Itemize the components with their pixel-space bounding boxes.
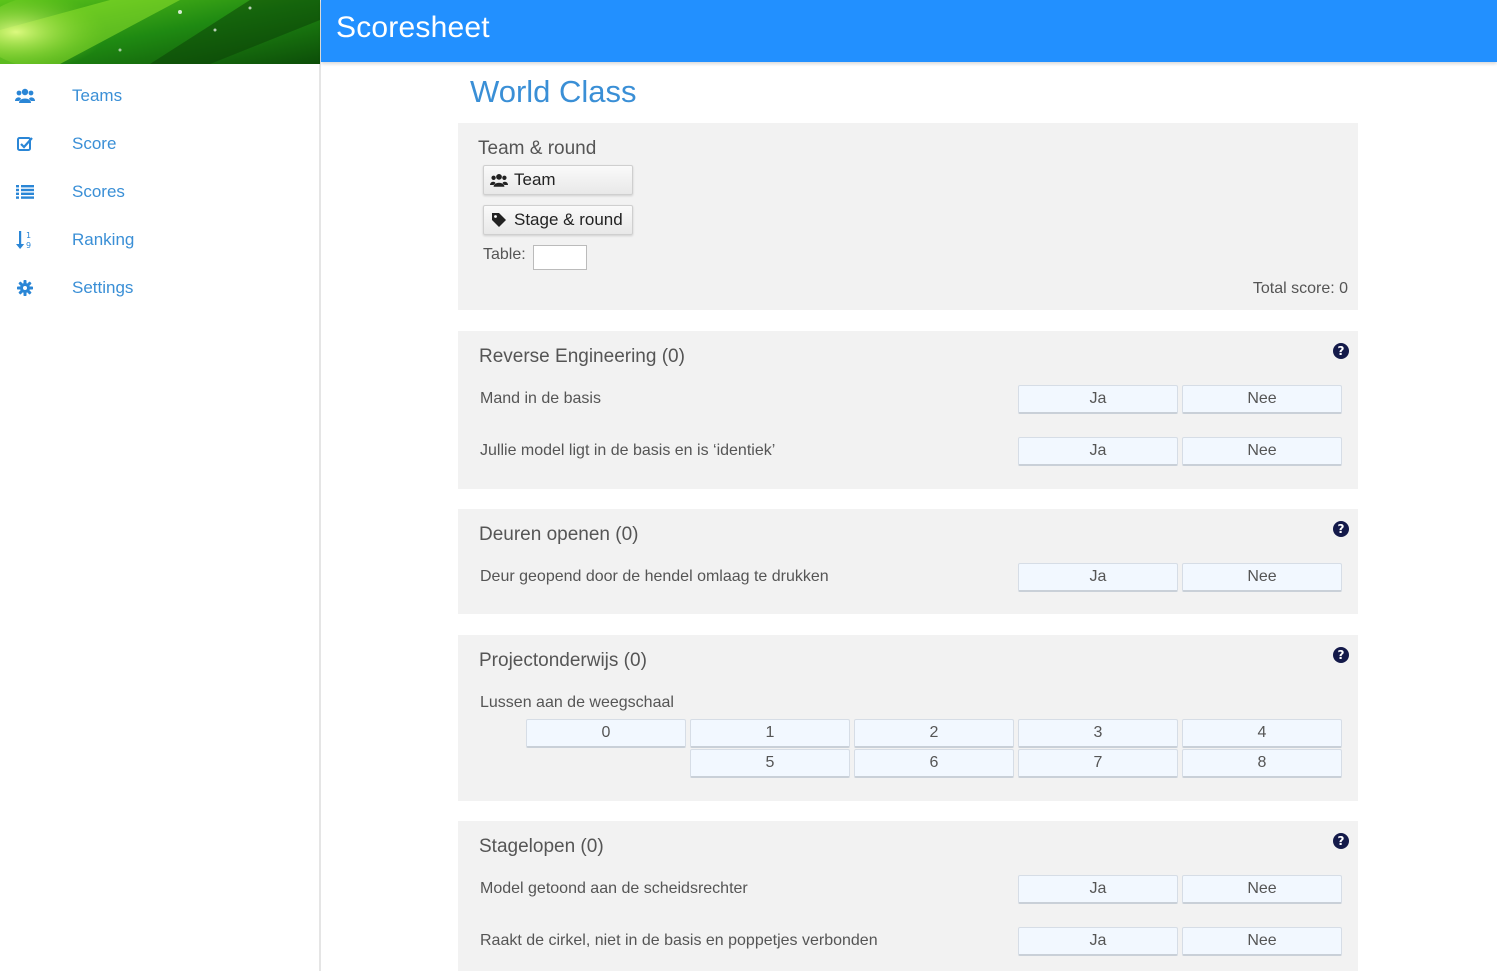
mission-title: Stagelopen (0) <box>479 836 604 857</box>
banner-image <box>0 0 320 64</box>
help-icon[interactable]: ? <box>1333 833 1349 849</box>
question-label: Raakt de cirkel, niet in de basis en pop… <box>480 932 878 949</box>
mission-title: Projectonderwijs (0) <box>479 650 647 671</box>
option-nee-button[interactable]: Nee <box>1182 437 1342 466</box>
sidebar-item-label: Scores <box>72 182 125 201</box>
option-ja-button[interactable]: Ja <box>1018 385 1178 414</box>
sidebar-item-label: Teams <box>72 86 123 105</box>
mission-title: Reverse Engineering (0) <box>479 346 685 367</box>
option-ja-button[interactable]: Ja <box>1018 437 1178 466</box>
option-nee-button[interactable]: Nee <box>1182 927 1342 956</box>
help-icon[interactable]: ? <box>1333 521 1349 537</box>
option-3-button[interactable]: 3 <box>1018 719 1178 748</box>
sidebar-item-label: Settings <box>72 278 134 297</box>
stage-round-button[interactable]: Stage & round <box>483 205 633 235</box>
option-nee-button[interactable]: Nee <box>1182 875 1342 904</box>
option-8-button[interactable]: 8 <box>1182 749 1342 778</box>
option-ja-button[interactable]: Ja <box>1018 927 1178 956</box>
team-button[interactable]: Team <box>483 165 633 195</box>
mission-panel: Deuren openen (0) ? Deur geopend door de… <box>458 509 1358 614</box>
option-1-button[interactable]: 1 <box>690 719 850 748</box>
total-score: Total score: 0 <box>1252 280 1348 297</box>
sidebar-item-label: Score <box>72 134 117 153</box>
svg-text:1: 1 <box>26 231 31 240</box>
sidebar-item-scores[interactable]: Scores <box>0 168 319 216</box>
option-nee-button[interactable]: Nee <box>1182 385 1342 414</box>
sort-numeric-icon: 19 <box>15 230 35 250</box>
panel-title: Team & round <box>478 138 597 159</box>
option-ja-button[interactable]: Ja <box>1018 563 1178 592</box>
svg-text:9: 9 <box>26 241 31 250</box>
page-title: World Class <box>470 74 637 109</box>
check-square-icon <box>15 134 35 154</box>
option-nee-button[interactable]: Nee <box>1182 563 1342 592</box>
sidebar-item-label: Ranking <box>72 230 135 249</box>
table-label: Table: <box>483 246 526 263</box>
option-ja-button[interactable]: Ja <box>1018 875 1178 904</box>
app-title: Scoresheet <box>336 11 490 44</box>
question-label: Lussen aan de weegschaal <box>480 694 674 711</box>
question-label: Model getoond aan de scheidsrechter <box>480 880 748 897</box>
option-5-button[interactable]: 5 <box>690 749 850 778</box>
option-6-button[interactable]: 6 <box>854 749 1014 778</box>
mission-title: Deuren openen (0) <box>479 524 639 545</box>
option-0-button[interactable]: 0 <box>526 719 686 748</box>
sidebar-item-settings[interactable]: Settings <box>0 264 319 312</box>
option-2-button[interactable]: 2 <box>854 719 1014 748</box>
option-4-button[interactable]: 4 <box>1182 719 1342 748</box>
team-button-label: Team <box>514 170 556 189</box>
question-label: Mand in de basis <box>480 390 601 407</box>
users-icon <box>490 171 508 189</box>
table-input[interactable] <box>533 245 587 270</box>
help-icon[interactable]: ? <box>1333 343 1349 359</box>
mission-panel: Reverse Engineering (0) ? Mand in de bas… <box>458 331 1358 489</box>
stage-round-button-label: Stage & round <box>514 210 623 229</box>
team-round-panel: Team & round Team Stage & round Table: T… <box>458 123 1358 310</box>
sidebar-nav: Teams Score Scores 19 Ranking Settings <box>0 64 319 312</box>
sidebar-item-score[interactable]: Score <box>0 120 319 168</box>
mission-panel: Projectonderwijs (0) ? Lussen aan de wee… <box>458 635 1358 801</box>
gear-icon <box>15 278 35 298</box>
option-7-button[interactable]: 7 <box>1018 749 1178 778</box>
sidebar: Teams Score Scores 19 Ranking Settings <box>0 0 321 971</box>
sidebar-item-teams[interactable]: Teams <box>0 72 319 120</box>
tag-icon <box>490 211 508 229</box>
help-icon[interactable]: ? <box>1333 647 1349 663</box>
top-bar: Scoresheet <box>321 0 1497 62</box>
question-label: Deur geopend door de hendel omlaag te dr… <box>480 568 829 585</box>
sidebar-item-ranking[interactable]: 19 Ranking <box>0 216 319 264</box>
list-icon <box>15 182 35 202</box>
question-label: Jullie model ligt in de basis en is ‘ide… <box>480 442 776 459</box>
users-icon <box>15 86 35 106</box>
mission-panel: Stagelopen (0) ? Model getoond aan de sc… <box>458 821 1358 971</box>
